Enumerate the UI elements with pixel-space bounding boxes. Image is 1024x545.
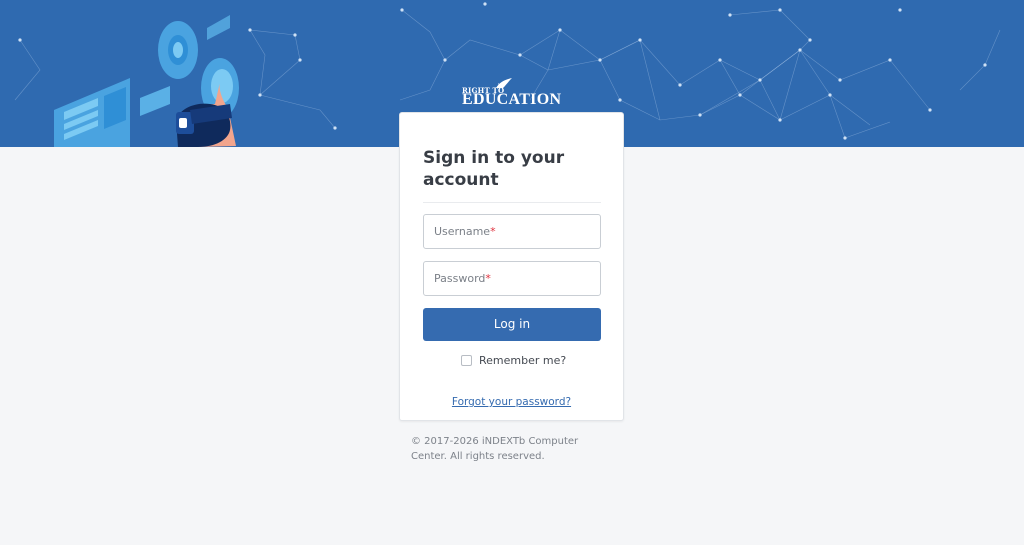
page-title: Sign in to your account [423,148,565,190]
forgot-password-link[interactable]: Forgot your password? [400,396,623,409]
copyright-footer: © 2017-2026 iNDEXTb Computer Center. All… [411,436,579,462]
vr-illustration [54,15,239,147]
right-to-education-logo: RIGHT TO EDUCATION [462,76,566,110]
password-input[interactable]: Password* [423,261,601,296]
remember-me-label[interactable]: Remember me? [479,354,566,368]
password-placeholder-text: Password [434,272,486,285]
required-marker: * [485,272,491,285]
username-placeholder: Username* [434,225,496,239]
logo-wordmark: EDUCATION [462,91,562,108]
login-button[interactable]: Log in [423,308,601,341]
username-input[interactable]: Username* [423,214,601,249]
login-page: RIGHT TO EDUCATION Sign in to your accou… [0,0,1024,545]
password-placeholder: Password* [434,272,491,286]
title-divider [423,202,601,203]
login-card: Sign in to your account Username* Passwo… [399,112,624,421]
checkbox-icon[interactable] [461,355,472,366]
username-placeholder-text: Username [434,225,491,238]
required-marker: * [490,225,496,238]
